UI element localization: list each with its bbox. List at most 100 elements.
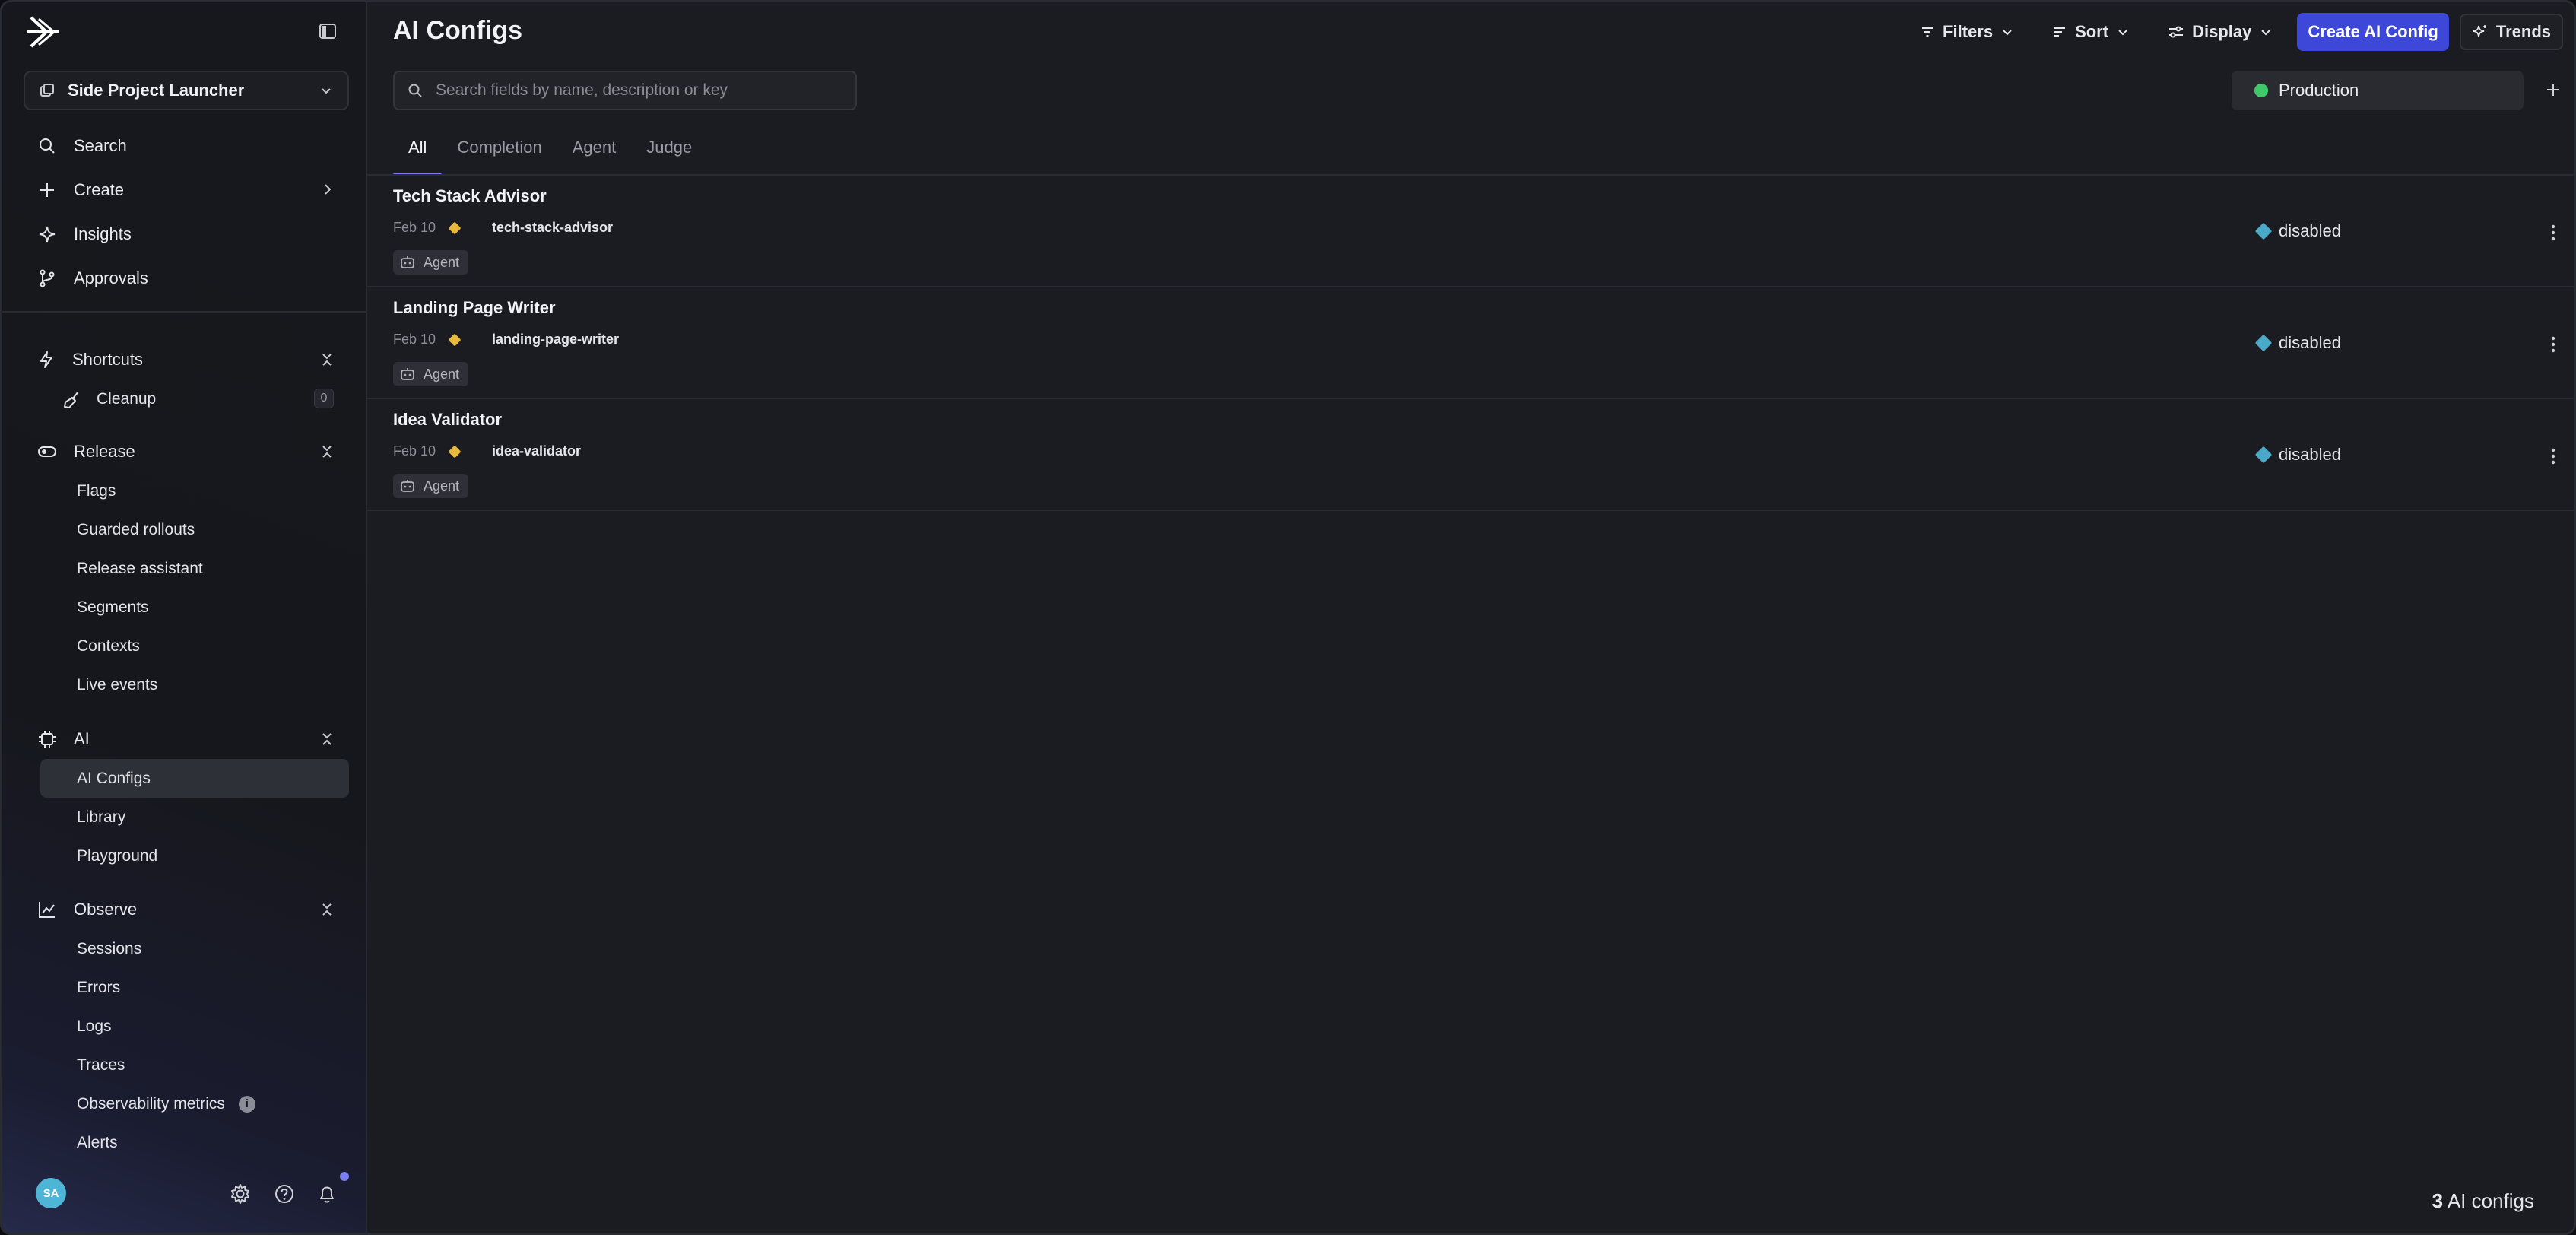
status-badge: disabled (2254, 445, 2341, 465)
shortcuts-header[interactable]: Shortcuts (24, 340, 349, 379)
sidebar-item-flags[interactable]: Flags (24, 471, 349, 510)
chevron-down-icon (2118, 30, 2127, 36)
shortcut-label: Cleanup (97, 389, 157, 408)
create-ai-config-button[interactable]: Create AI Config (2297, 13, 2449, 51)
sidebar-item-segments[interactable]: Segments (24, 588, 349, 627)
project-switcher[interactable]: Side Project Launcher (24, 71, 349, 110)
sidebar-item-sessions[interactable]: Sessions (24, 929, 349, 968)
robot-icon (401, 256, 414, 268)
tab-all[interactable]: All (393, 132, 443, 176)
sidebar-item-playground[interactable]: Playground (24, 837, 349, 875)
environment-selector[interactable]: Production (2232, 71, 2524, 110)
config-type-label: Agent (424, 254, 460, 270)
help-icon[interactable] (273, 1183, 296, 1205)
status-label: disabled (2279, 445, 2341, 464)
sidebar-item-ai-configs[interactable]: AI Configs (40, 759, 349, 798)
environment-label: Production (2279, 81, 2359, 100)
gear-icon[interactable] (229, 1183, 252, 1205)
filters-button[interactable]: Filters (1906, 14, 2028, 50)
section-label: Shortcuts (72, 350, 143, 369)
shortcuts-section: Shortcuts Cleanup 0 (24, 340, 349, 418)
release-header[interactable]: Release (24, 432, 349, 471)
sidebar-item-insights[interactable]: Insights (24, 212, 349, 256)
sort-label: Sort (2075, 22, 2109, 41)
more-options-icon[interactable] (2542, 220, 2565, 246)
sidebar-item-create[interactable]: Create (24, 168, 349, 212)
status-diamond-icon (2254, 222, 2273, 240)
list-item[interactable]: Landing Page Writer Feb 10 landing-page-… (367, 287, 2574, 399)
status-label: disabled (2279, 221, 2341, 240)
ai-header[interactable]: AI (24, 719, 349, 759)
config-name[interactable]: Tech Stack Advisor (393, 186, 547, 206)
sidebar-item-traces[interactable]: Traces (24, 1046, 349, 1084)
sidebar-item-contexts[interactable]: Contexts (24, 627, 349, 665)
sidebar-item-observability-metrics[interactable]: Observability metrics i (24, 1084, 349, 1123)
section-label: Release (74, 442, 135, 461)
launchdarkly-logo-icon[interactable] (24, 11, 65, 52)
results-count: 3 AI configs (2432, 1189, 2534, 1213)
sort-button[interactable]: Sort (2038, 14, 2143, 50)
project-name: Side Project Launcher (68, 81, 245, 100)
list-item[interactable]: Tech Stack Advisor Feb 10 tech-stack-adv… (367, 176, 2574, 287)
collapse-icon (322, 733, 332, 745)
avatar[interactable]: SA (36, 1178, 66, 1208)
sparkle-icon (2473, 25, 2486, 37)
results-count-label: AI configs (2447, 1189, 2534, 1212)
shortcut-cleanup[interactable]: Cleanup 0 (24, 379, 349, 418)
robot-icon (401, 368, 414, 380)
sidebar-item-label: Insights (74, 224, 132, 243)
ai-config-list: Tech Stack Advisor Feb 10 tech-stack-adv… (367, 176, 2574, 511)
tab-judge[interactable]: Judge (631, 132, 707, 176)
add-environment-icon[interactable] (2542, 78, 2565, 101)
sidebar-item-library[interactable]: Library (24, 798, 349, 837)
trends-button[interactable]: Trends (2459, 14, 2563, 50)
sidebar-item-release-assistant[interactable]: Release assistant (24, 549, 349, 588)
chevron-down-icon (2003, 30, 2012, 36)
list-item[interactable]: Idea Validator Feb 10 idea-validator Age… (367, 399, 2574, 511)
chevron-right-icon (325, 184, 332, 195)
chevron-down-icon (2261, 30, 2271, 36)
observe-section: Observe Sessions Errors Logs Traces Obse… (24, 890, 349, 1162)
config-key: landing-page-writer (492, 332, 620, 347)
more-options-icon[interactable] (2542, 332, 2565, 357)
sparkle-icon (39, 226, 56, 243)
sidebar-item-label: Approvals (74, 268, 148, 287)
sidebar-footer: SA (33, 1172, 352, 1210)
config-date: Feb 10 (393, 332, 436, 347)
sidebar-item-logs[interactable]: Logs (24, 1007, 349, 1046)
sidebar-item-guarded-rollouts[interactable]: Guarded rollouts (24, 510, 349, 549)
page-title: AI Configs (393, 16, 522, 45)
sidebar: Side Project Launcher Search Create Insi… (2, 2, 367, 1233)
release-section: Release Flags Guarded rollouts Release a… (24, 432, 349, 704)
config-name[interactable]: Landing Page Writer (393, 298, 556, 318)
robot-icon (401, 480, 414, 492)
observe-header[interactable]: Observe (24, 890, 349, 929)
status-label: disabled (2279, 333, 2341, 352)
results-count-number: 3 (2432, 1189, 2444, 1212)
config-date: Feb 10 (393, 220, 436, 235)
chip-icon (39, 731, 56, 748)
tab-bar: All Completion Agent Judge (393, 132, 707, 176)
tab-completion[interactable]: Completion (442, 132, 557, 176)
search-input[interactable] (436, 81, 855, 100)
collapse-icon (322, 903, 332, 916)
sidebar-item-live-events[interactable]: Live events (24, 665, 349, 704)
bell-icon[interactable] (316, 1183, 338, 1205)
collapse-icon (322, 446, 332, 458)
search-icon (408, 84, 422, 97)
more-options-icon[interactable] (2542, 443, 2565, 469)
sidebar-item-search[interactable]: Search (24, 124, 349, 168)
tab-agent[interactable]: Agent (557, 132, 632, 176)
lightning-icon (40, 351, 52, 368)
info-icon[interactable]: i (238, 1095, 255, 1113)
sidebar-item-errors[interactable]: Errors (24, 968, 349, 1007)
display-button[interactable]: Display (2154, 14, 2286, 50)
config-name[interactable]: Idea Validator (393, 410, 502, 430)
config-key: tech-stack-advisor (492, 220, 614, 235)
shortcut-count-badge: 0 (314, 389, 334, 408)
plus-icon (40, 183, 54, 197)
sort-icon (2054, 27, 2066, 37)
sidebar-item-alerts[interactable]: Alerts (24, 1123, 349, 1162)
sidebar-item-approvals[interactable]: Approvals (24, 256, 349, 300)
sidebar-toggle-icon[interactable] (317, 21, 338, 42)
